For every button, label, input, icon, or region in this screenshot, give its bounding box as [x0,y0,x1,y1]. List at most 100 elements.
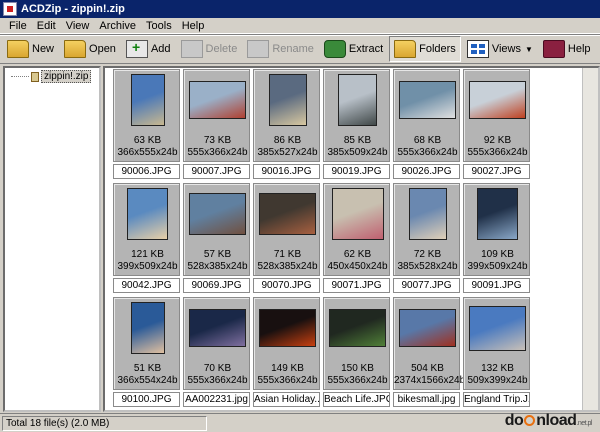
tree-node-label: zippin!.zip [41,70,92,83]
thumbnail-frame: 51 KB 366x554x24b [113,297,180,390]
image-dimensions: 509x399x24b [467,375,528,386]
file-name: 90026.JPG [393,164,460,179]
file-thumbnail[interactable]: 71 KB 528x385x24b 90070.JPG [253,183,320,295]
menu-tools[interactable]: Tools [141,20,177,32]
image-dimensions: 555x366x24b [187,375,248,386]
folders-button[interactable]: Folders [389,36,461,62]
open-button[interactable]: Open [60,36,120,62]
image-dimensions: 399x509x24b [467,261,528,272]
menu-file[interactable]: File [4,20,32,32]
file-name: Asian Holiday.... [253,392,320,407]
image-dimensions: 399x509x24b [117,261,178,272]
file-thumbnail[interactable]: 51 KB 366x554x24b 90100.JPG [113,297,180,409]
image-preview [338,74,377,126]
folders-label: Folders [419,43,456,55]
window-title: ACDZip - zippin!.zip [21,3,125,15]
menu-view[interactable]: View [61,20,95,32]
file-name: 90007.JPG [183,164,250,179]
file-thumbnail[interactable]: 149 KB 555x366x24b Asian Holiday.... [253,297,320,409]
tree-connector [11,76,29,77]
file-name: 90016.JPG [253,164,320,179]
rename-label: Rename [272,43,314,55]
file-thumbnail[interactable]: 72 KB 385x528x24b 90077.JPG [393,183,460,295]
vertical-scrollbar[interactable] [582,68,598,410]
file-size: 132 KB [481,363,514,374]
new-label: New [32,43,55,55]
thumbnail-frame: 121 KB 399x509x24b [113,183,180,276]
menu-bar: File Edit View Archive Tools Help [0,18,600,34]
image-dimensions: 555x366x24b [467,147,528,158]
file-name: 90077.JPG [393,278,460,293]
file-thumbnail[interactable]: 68 KB 555x366x24b 90026.JPG [393,69,460,181]
folders-icon [394,40,417,58]
file-thumbnail[interactable]: 73 KB 555x366x24b 90007.JPG [183,69,250,181]
image-preview [131,74,165,126]
menu-edit[interactable]: Edit [32,20,61,32]
dropdown-arrow-icon[interactable]: ▼ [525,45,533,54]
watermark-tld: .net.pl [576,420,592,427]
file-thumbnail[interactable]: 85 KB 385x509x24b 90019.JPG [323,69,390,181]
file-size: 121 KB [131,249,164,260]
zip-archive-icon [31,71,39,82]
folder-tree: zippin!.zip [3,66,101,412]
file-thumbnail[interactable]: 150 KB 555x366x24b Beach Life.JPG [323,297,390,409]
rename-button[interactable]: Rename [243,36,318,62]
new-archive-icon [7,40,29,58]
thumbnail-frame: 85 KB 385x509x24b [323,69,390,162]
file-size: 92 KB [483,135,512,146]
file-name: 90100.JPG [113,392,180,407]
image-preview [189,309,246,347]
file-name: 90070.JPG [253,278,320,293]
file-size: 109 KB [481,249,514,260]
file-size: 63 KB [133,135,162,146]
file-name: Beach Life.JPG [323,392,390,407]
file-name: England Trip.J... [463,392,530,407]
file-thumbnail[interactable]: 63 KB 366x555x24b 90006.JPG [113,69,180,181]
file-thumbnail[interactable]: 86 KB 385x527x24b 90016.JPG [253,69,320,181]
image-dimensions: 2374x1566x24b [394,375,466,386]
file-thumbnail[interactable]: 121 KB 399x509x24b 90042.JPG [113,183,180,295]
views-button[interactable]: Views ▼ [463,36,537,62]
thumbnail-frame: 132 KB 509x399x24b [463,297,530,390]
new-button[interactable]: New [3,36,58,62]
rename-icon [247,40,270,58]
help-book-icon [542,40,565,58]
image-dimensions: 555x366x24b [397,147,458,158]
file-size: 73 KB [203,135,232,146]
image-dimensions: 366x554x24b [117,375,178,386]
file-thumbnail[interactable]: 132 KB 509x399x24b England Trip.J... [463,297,530,409]
file-thumbnail[interactable]: 70 KB 555x366x24b AA002231.jpg [183,297,250,409]
image-preview [329,309,386,347]
help-button[interactable]: Help [539,36,595,62]
watermark-text-pre: do [504,412,524,429]
image-preview [332,188,384,240]
menu-archive[interactable]: Archive [94,20,141,32]
add-button[interactable]: Add [122,36,175,62]
file-thumbnail[interactable]: 109 KB 399x509x24b 90091.JPG [463,183,530,295]
file-thumbnail[interactable]: 504 KB 2374x1566x24b bikesmall.jpg [393,297,466,409]
delete-icon [180,40,203,58]
tree-node-root[interactable]: zippin!.zip [11,70,92,83]
acdzip-app-icon [3,2,17,16]
image-dimensions: 555x366x24b [327,375,388,386]
file-thumbnail[interactable]: 92 KB 555x366x24b 90027.JPG [463,69,530,181]
thumbnail-frame: 149 KB 555x366x24b [253,297,320,390]
file-thumbnail[interactable]: 62 KB 450x450x24b 90071.JPG [323,183,390,295]
file-name: 90091.JPG [463,278,530,293]
status-total: Total 18 file(s) (2.0 MB) [2,415,207,431]
file-name: 90027.JPG [463,164,530,179]
file-size: 51 KB [133,363,162,374]
file-size: 86 KB [273,135,302,146]
file-name: 90069.JPG [183,278,250,293]
file-thumbnail[interactable]: 57 KB 528x385x24b 90069.JPG [183,183,250,295]
extract-button[interactable]: Extract [320,36,387,62]
image-preview [259,309,316,347]
delete-button[interactable]: Delete [177,36,242,62]
add-files-icon [125,39,148,58]
file-size: 150 KB [341,363,374,374]
image-preview [469,81,526,119]
image-dimensions: 555x366x24b [257,375,318,386]
menu-help[interactable]: Help [177,20,210,32]
file-size: 504 KB [411,363,444,374]
image-dimensions: 385x509x24b [327,147,388,158]
